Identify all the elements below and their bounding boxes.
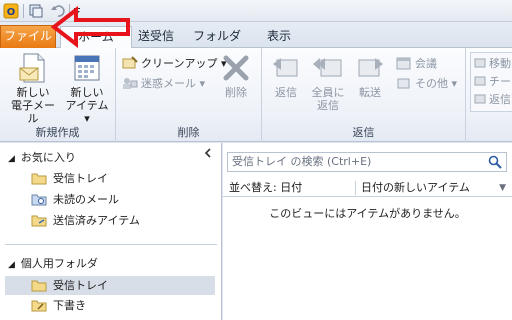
- favorite-inbox[interactable]: 受信トレイ: [5, 169, 215, 188]
- delete-button[interactable]: 削除: [216, 52, 256, 99]
- reply-icon: [273, 58, 298, 77]
- move-icon: [474, 58, 486, 68]
- toolbar-separator: [23, 4, 24, 18]
- favorite-inbox-label: 受信トレイ: [53, 172, 108, 185]
- group-respond-label: 返信: [352, 126, 375, 139]
- group-delete: クリーンアップ ▾ 迷惑メール ▾ 削除 削除: [116, 48, 262, 142]
- quickstep-team[interactable]: チー: [474, 74, 511, 90]
- cleanup-icon: [122, 56, 138, 69]
- svg-text:O: O: [7, 7, 16, 18]
- reply-all-label-2: 返信: [317, 99, 339, 112]
- more-respond-button[interactable]: その他 ▾: [396, 76, 457, 92]
- sort-direction-icon[interactable]: ▼: [499, 179, 506, 197]
- done-icon: [474, 94, 486, 104]
- delete-icon: [223, 55, 249, 81]
- reply-all-label-1: 全員に: [311, 86, 345, 99]
- delete-label: 削除: [225, 86, 247, 99]
- ribbon: 新しい 電子メール 新しい アイテム ▾ 新規作成 クリーンアップ ▾ 迷惑メー…: [0, 48, 512, 142]
- new-items-icon: [74, 55, 100, 81]
- more-respond-label: その他 ▾: [415, 77, 458, 90]
- sort-header: 並べ替え: 日付 日付の新しいアイテム ▼: [223, 179, 512, 197]
- favorites-label: お気に入り: [20, 151, 76, 164]
- group-new-label: 新規作成: [35, 126, 80, 139]
- quickstep-move[interactable]: 移動: [474, 56, 511, 72]
- drafts-folder-icon: [31, 300, 47, 312]
- group-delete-label: 削除: [177, 126, 200, 139]
- new-email-icon: [19, 53, 45, 83]
- personal-inbox[interactable]: 受信トレイ: [5, 276, 215, 295]
- group-respond: 返信 全員に 返信 転送 会議 その他 ▾ 返信: [262, 48, 466, 142]
- tab-send-receive[interactable]: 送受信: [132, 26, 180, 48]
- forward-label: 転送: [359, 86, 381, 99]
- favorites-header[interactable]: ◢ お気に入り: [8, 149, 76, 165]
- team-icon: [474, 76, 486, 86]
- tab-view[interactable]: 表示: [258, 26, 300, 48]
- new-items-label-2: アイテム ▾: [65, 99, 109, 125]
- search-input[interactable]: 受信トレイ の検索 (Ctrl+E): [227, 152, 507, 172]
- sort-separator: [355, 181, 356, 195]
- quickstep-done[interactable]: 返信: [474, 92, 511, 108]
- search-icon[interactable]: [488, 155, 502, 169]
- personal-folders-header[interactable]: ◢ 個人用フォルダ: [8, 255, 98, 271]
- new-email-label-1: 新しい: [16, 86, 50, 99]
- favorite-unread-label: 未読のメール: [53, 193, 119, 206]
- sent-folder-icon: [31, 215, 47, 227]
- quickstep-done-label: 返信: [489, 93, 511, 106]
- outlook-app-icon: O: [3, 3, 19, 19]
- tab-file[interactable]: ファイル: [0, 25, 56, 48]
- meeting-icon: [396, 57, 411, 70]
- forward-icon: [358, 58, 383, 77]
- cleanup-button[interactable]: クリーンアップ ▾: [122, 56, 226, 72]
- group-new: 新しい 電子メール 新しい アイテム ▾ 新規作成: [0, 48, 116, 142]
- meeting-button[interactable]: 会議: [396, 56, 437, 72]
- empty-view-message: このビューにはアイテムがありません。: [269, 207, 466, 220]
- inbox-folder-icon: [31, 173, 47, 185]
- new-items-button[interactable]: 新しい アイテム ▾: [62, 52, 112, 125]
- reply-all-button[interactable]: 全員に 返信: [308, 52, 348, 112]
- send-receive-all-icon[interactable]: [28, 3, 44, 19]
- reply-label: 返信: [275, 86, 297, 99]
- nav-divider: [5, 244, 217, 245]
- new-items-label-1: 新しい: [70, 86, 104, 99]
- personal-drafts-label: 下書き: [53, 299, 86, 312]
- personal-inbox-label: 受信トレイ: [53, 279, 108, 292]
- annotation-arrow-icon: [50, 6, 130, 48]
- junk-button[interactable]: 迷惑メール ▾: [122, 76, 205, 92]
- meeting-label: 会議: [415, 57, 437, 70]
- sort-order-button[interactable]: 日付の新しいアイテム: [361, 179, 470, 197]
- personal-drafts[interactable]: 下書き: [5, 296, 215, 315]
- navigation-pane: ◢ お気に入り 受信トレイ 未読のメール 送信済みアイテム ◢ 個人用フォルダ 受信…: [0, 143, 222, 320]
- forward-button[interactable]: 転送: [350, 52, 390, 99]
- quickstep-team-label: チー: [489, 75, 511, 88]
- collapse-pane-icon[interactable]: [203, 148, 213, 158]
- group-quick-steps: 移動 チー 返信: [468, 48, 512, 142]
- more-respond-icon: [397, 78, 410, 89]
- favorite-sent-label: 送信済みアイテム: [53, 214, 140, 227]
- cleanup-label: クリーンアップ ▾: [141, 57, 227, 70]
- new-email-label-2: 電子メール: [11, 99, 55, 125]
- personal-folders-label: 個人用フォルダ: [20, 257, 98, 270]
- reply-all-icon: [313, 58, 342, 77]
- search-folder-icon: [31, 194, 47, 206]
- favorites-expand-icon: ◢: [8, 154, 15, 164]
- message-list-pane: 受信トレイ の検索 (Ctrl+E) 並べ替え: 日付 日付の新しいアイテム ▼…: [223, 143, 512, 320]
- reply-button[interactable]: 返信: [266, 52, 306, 99]
- sort-by-button[interactable]: 並べ替え: 日付: [229, 179, 302, 197]
- new-email-button[interactable]: 新しい 電子メール: [6, 52, 60, 125]
- favorite-sent[interactable]: 送信済みアイテム: [5, 211, 215, 230]
- junk-mail-icon: [123, 78, 138, 89]
- search-placeholder: 受信トレイ の検索 (Ctrl+E): [232, 155, 372, 168]
- tab-folder[interactable]: フォルダー: [188, 26, 246, 63]
- personal-expand-icon: ◢: [8, 260, 15, 270]
- favorite-unread[interactable]: 未読のメール: [5, 190, 215, 209]
- inbox-folder-icon: [31, 280, 47, 292]
- junk-label: 迷惑メール ▾: [141, 77, 206, 90]
- quickstep-move-label: 移動: [489, 57, 511, 70]
